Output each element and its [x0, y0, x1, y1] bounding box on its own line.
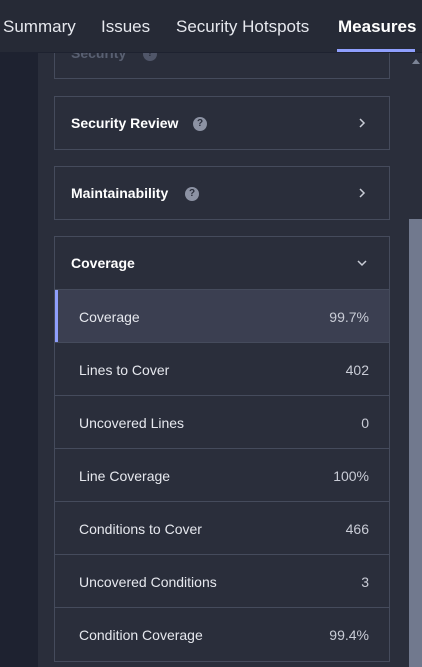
measure-value: 99.4% [329, 627, 369, 643]
measure-row-condition-coverage[interactable]: Condition Coverage 99.4% [55, 607, 389, 661]
help-icon[interactable]: ? [185, 187, 199, 201]
scrollbar-thumb[interactable] [409, 219, 422, 667]
measure-row-uncovered-lines[interactable]: Uncovered Lines 0 [55, 395, 389, 449]
measure-row-line-coverage[interactable]: Line Coverage 100% [55, 448, 389, 502]
scroll-up-arrow-icon[interactable] [412, 59, 420, 64]
measure-value: 3 [361, 574, 369, 590]
card-security-review[interactable]: Security Review ? [54, 96, 390, 150]
measure-value: 99.7% [329, 309, 369, 325]
card-security-review-title: Security Review [71, 115, 179, 131]
measure-row-coverage[interactable]: Coverage 99.7% [55, 289, 389, 343]
tab-security-hotspots-label[interactable]: Security Hotspots [176, 17, 309, 37]
help-icon[interactable]: ? [193, 117, 207, 131]
measure-label: Coverage [79, 309, 140, 325]
left-side-panel [0, 53, 38, 667]
active-tab-underline [337, 49, 415, 52]
chevron-right-icon [359, 188, 366, 198]
measure-row-conditions-to-cover[interactable]: Conditions to Cover 466 [55, 501, 389, 555]
measure-value: 466 [345, 521, 369, 537]
measure-label: Condition Coverage [79, 627, 203, 643]
card-coverage-title: Coverage [71, 255, 135, 271]
chevron-down-icon [357, 260, 367, 267]
measure-value: 402 [345, 362, 369, 378]
measure-label: Uncovered Conditions [79, 574, 217, 590]
measure-row-uncovered-conditions[interactable]: Uncovered Conditions 3 [55, 554, 389, 608]
measure-value: 100% [333, 468, 369, 484]
measure-label: Line Coverage [79, 468, 171, 484]
tab-summary-label[interactable]: Summary [3, 17, 76, 37]
measure-row-lines-to-cover[interactable]: Lines to Cover 402 [55, 342, 389, 396]
measure-label: Uncovered Lines [79, 415, 185, 431]
card-maintainability-title: Maintainability [71, 185, 169, 201]
chevron-right-icon [359, 118, 366, 128]
tab-issues-label[interactable]: Issues [101, 17, 150, 37]
selected-indicator [55, 290, 58, 343]
measure-label: Lines to Cover [79, 362, 170, 378]
measure-value: 0 [361, 415, 369, 431]
card-coverage-header[interactable]: Coverage [55, 237, 389, 289]
card-coverage: Coverage Coverage 99.7% Lines to Cover 4… [54, 236, 390, 662]
tab-measures-label[interactable]: Measures [338, 17, 416, 37]
measure-label: Conditions to Cover [79, 521, 202, 537]
card-maintainability[interactable]: Maintainability ? [54, 166, 390, 220]
